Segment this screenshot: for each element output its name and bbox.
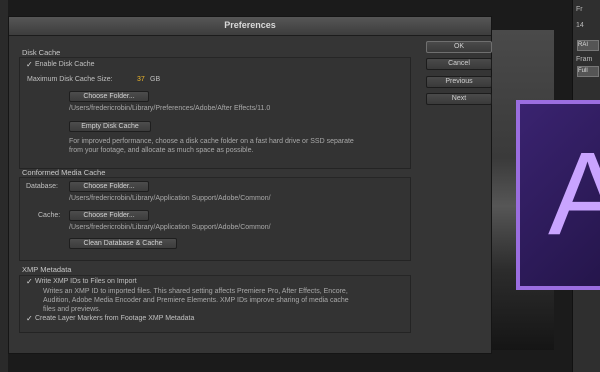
database-folder-path: /Users/fredericrobin/Library/Application… (69, 195, 271, 202)
disk-cache-info-line2: from your footage, and allocate as much … (69, 147, 254, 154)
right-panel-label: Fr (576, 6, 583, 13)
after-effects-logo-letter: A (548, 128, 600, 260)
database-choose-folder-button[interactable]: Choose Folder... (69, 181, 149, 192)
clean-database-cache-button[interactable]: Clean Database & Cache (69, 238, 177, 249)
right-panel-label: Fram (576, 56, 593, 63)
right-panel-label: 14 (576, 22, 584, 29)
dialog-title: Preferences (224, 20, 276, 30)
cache-choose-folder-button[interactable]: Choose Folder... (69, 210, 149, 221)
preferences-dialog: Preferences Disk Cache ✓ Enable Disk Cac… (8, 16, 492, 354)
disk-cache-choose-folder-button[interactable]: Choose Folder... (69, 91, 149, 102)
xmp-metadata-heading: XMP Metadata (22, 265, 72, 274)
disk-cache-info-line1: For improved performance, choose a disk … (69, 138, 354, 145)
disk-cache-heading: Disk Cache (22, 48, 61, 57)
app-background-left (0, 0, 8, 372)
xmp-info-line2: Audition, Adobe Media Encoder and Premie… (43, 297, 349, 304)
write-xmp-ids-checkbox[interactable]: ✓ (26, 278, 33, 286)
enable-disk-cache-label: Enable Disk Cache (35, 61, 95, 68)
create-layer-markers-checkbox[interactable]: ✓ (26, 315, 33, 323)
cache-label: Cache: (38, 212, 61, 219)
dialog-titlebar[interactable]: Preferences (9, 17, 491, 36)
enable-disk-cache-checkbox[interactable]: ✓ (26, 61, 33, 69)
xmp-info-line1: Writes an XMP ID to imported files. This… (43, 288, 348, 295)
max-cache-size-label: Maximum Disk Cache Size: (27, 76, 113, 83)
empty-disk-cache-button[interactable]: Empty Disk Cache (69, 121, 151, 132)
xmp-info-line3: files and previews. (43, 306, 101, 313)
right-panel-field[interactable]: RAI (577, 40, 599, 51)
right-panel-field[interactable]: Full (577, 66, 599, 77)
cancel-button[interactable]: Cancel (426, 58, 492, 70)
max-cache-size-unit: GB (150, 76, 161, 83)
max-cache-size-value[interactable]: 37 (137, 76, 145, 83)
ok-button[interactable]: OK (426, 41, 492, 53)
disk-cache-folder-path: /Users/fredericrobin/Library/Preferences… (69, 105, 271, 112)
conformed-media-heading: Conformed Media Cache (22, 168, 106, 177)
previous-button[interactable]: Previous (426, 76, 492, 88)
cache-folder-path: /Users/fredericrobin/Library/Application… (69, 224, 271, 231)
write-xmp-ids-label: Write XMP IDs to Files on Import (35, 278, 137, 285)
database-label: Database: (26, 183, 58, 190)
next-button[interactable]: Next (426, 93, 492, 105)
create-layer-markers-label: Create Layer Markers from Footage XMP Me… (35, 315, 195, 322)
